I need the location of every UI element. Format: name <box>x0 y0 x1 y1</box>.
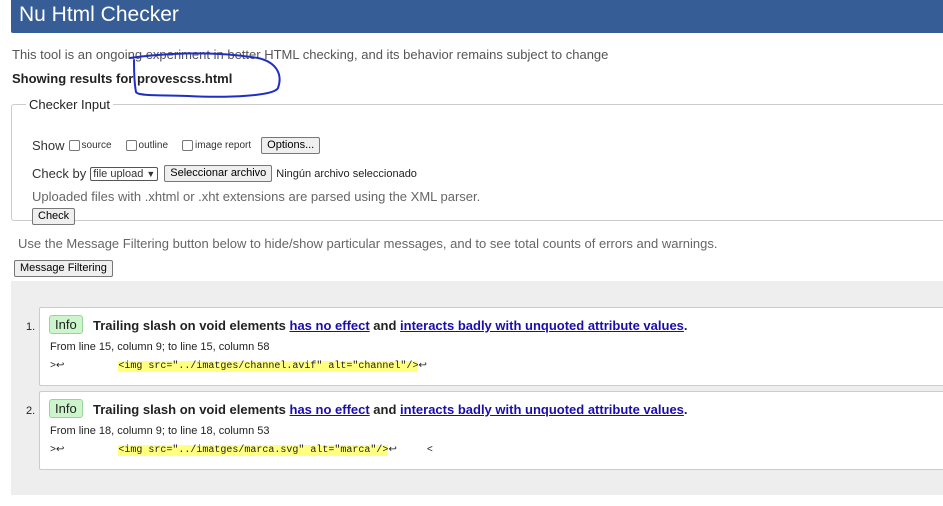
info-badge: Info <box>49 399 83 418</box>
message-location: From line 18, column 9; to line 18, colu… <box>50 425 270 437</box>
unquoted-attribute-link[interactable]: interacts badly with unquoted attribute … <box>400 318 684 333</box>
option-outline-label: outline <box>138 140 169 151</box>
code-post: ↩ < <box>388 445 433 456</box>
checkby-value: file upload <box>93 167 144 180</box>
show-label: Show <box>32 138 65 153</box>
message-text-part: and <box>369 318 401 333</box>
message-text: Trailing slash on void elements has no e… <box>93 318 688 333</box>
checkby-label: Check by <box>32 166 87 181</box>
show-row: Show source outline image report Options… <box>32 137 321 154</box>
code-highlight: <img src="../imatges/channel.avif" alt="… <box>118 361 419 372</box>
results-panel: 1. Info Trailing slash on void elements … <box>11 281 943 495</box>
intro-text: This tool is an ongoing experiment in be… <box>12 47 609 62</box>
no-file-text: Ningún archivo seleccionado <box>276 167 417 180</box>
message-text-part: . <box>683 318 688 333</box>
showing-prefix: Showing results for <box>12 71 137 86</box>
checker-legend: Checker Input <box>29 97 110 112</box>
code-post: ↩ <box>418 361 427 372</box>
message-item: Info Trailing slash on void elements has… <box>39 307 943 386</box>
option-image-report-label: image report <box>195 140 252 151</box>
code-extract: >↩ <img src="../imatges/marca.svg" alt="… <box>50 444 433 456</box>
choose-file-button[interactable]: Seleccionar archivo <box>164 165 273 182</box>
code-pre: >↩ <box>50 361 119 372</box>
handwritten-circle-annotation <box>129 52 281 98</box>
message-filtering-button[interactable]: Message Filtering <box>14 260 113 277</box>
checkby-row: Check by file upload ▼ Seleccionar archi… <box>32 165 417 182</box>
info-badge: Info <box>49 315 83 334</box>
message-text-part: Trailing slash on void elements <box>93 318 290 333</box>
option-image-report[interactable]: image report <box>178 140 251 151</box>
code-highlight: <img src="../imatges/marca.svg" alt="mar… <box>118 445 389 456</box>
code-extract: >↩ <img src="../imatges/channel.avif" al… <box>50 360 427 372</box>
message-text: Trailing slash on void elements has no e… <box>93 402 688 417</box>
option-source-label: source <box>81 140 112 151</box>
chevron-down-icon: ▼ <box>146 168 156 179</box>
check-row: Check <box>32 208 76 225</box>
message-number: 2. <box>26 405 36 417</box>
app-header: Nu Html Checker <box>11 0 943 33</box>
app-title: Nu Html Checker <box>19 3 179 26</box>
options-button[interactable]: Options... <box>261 137 321 154</box>
checkby-select[interactable]: file upload ▼ <box>90 166 159 181</box>
code-pre: >↩ <box>50 445 119 456</box>
message-item: Info Trailing slash on void elements has… <box>39 391 943 470</box>
xml-parser-note: Uploaded files with .xhtml or .xht exten… <box>32 189 481 204</box>
option-outline[interactable]: outline <box>122 140 168 151</box>
message-text-part: and <box>369 402 401 417</box>
filter-button-wrap: Message Filtering <box>14 258 113 277</box>
checker-input-fieldset: Checker Input Show source outline image … <box>11 97 943 225</box>
option-source[interactable]: source <box>65 140 112 151</box>
has-no-effect-link[interactable]: has no effect <box>290 402 370 417</box>
message-number: 1. <box>26 321 36 333</box>
filter-description: Use the Message Filtering button below t… <box>18 236 718 251</box>
unquoted-attribute-link[interactable]: interacts badly with unquoted attribute … <box>400 402 684 417</box>
outline-checkbox[interactable] <box>125 140 137 151</box>
message-text-part: Trailing slash on void elements <box>93 402 290 417</box>
image-report-checkbox[interactable] <box>182 140 194 151</box>
message-location: From line 15, column 9; to line 15, colu… <box>50 341 270 353</box>
message-text-part: . <box>683 402 688 417</box>
source-checkbox[interactable] <box>68 140 80 151</box>
check-button[interactable]: Check <box>32 208 76 225</box>
has-no-effect-link[interactable]: has no effect <box>290 318 370 333</box>
